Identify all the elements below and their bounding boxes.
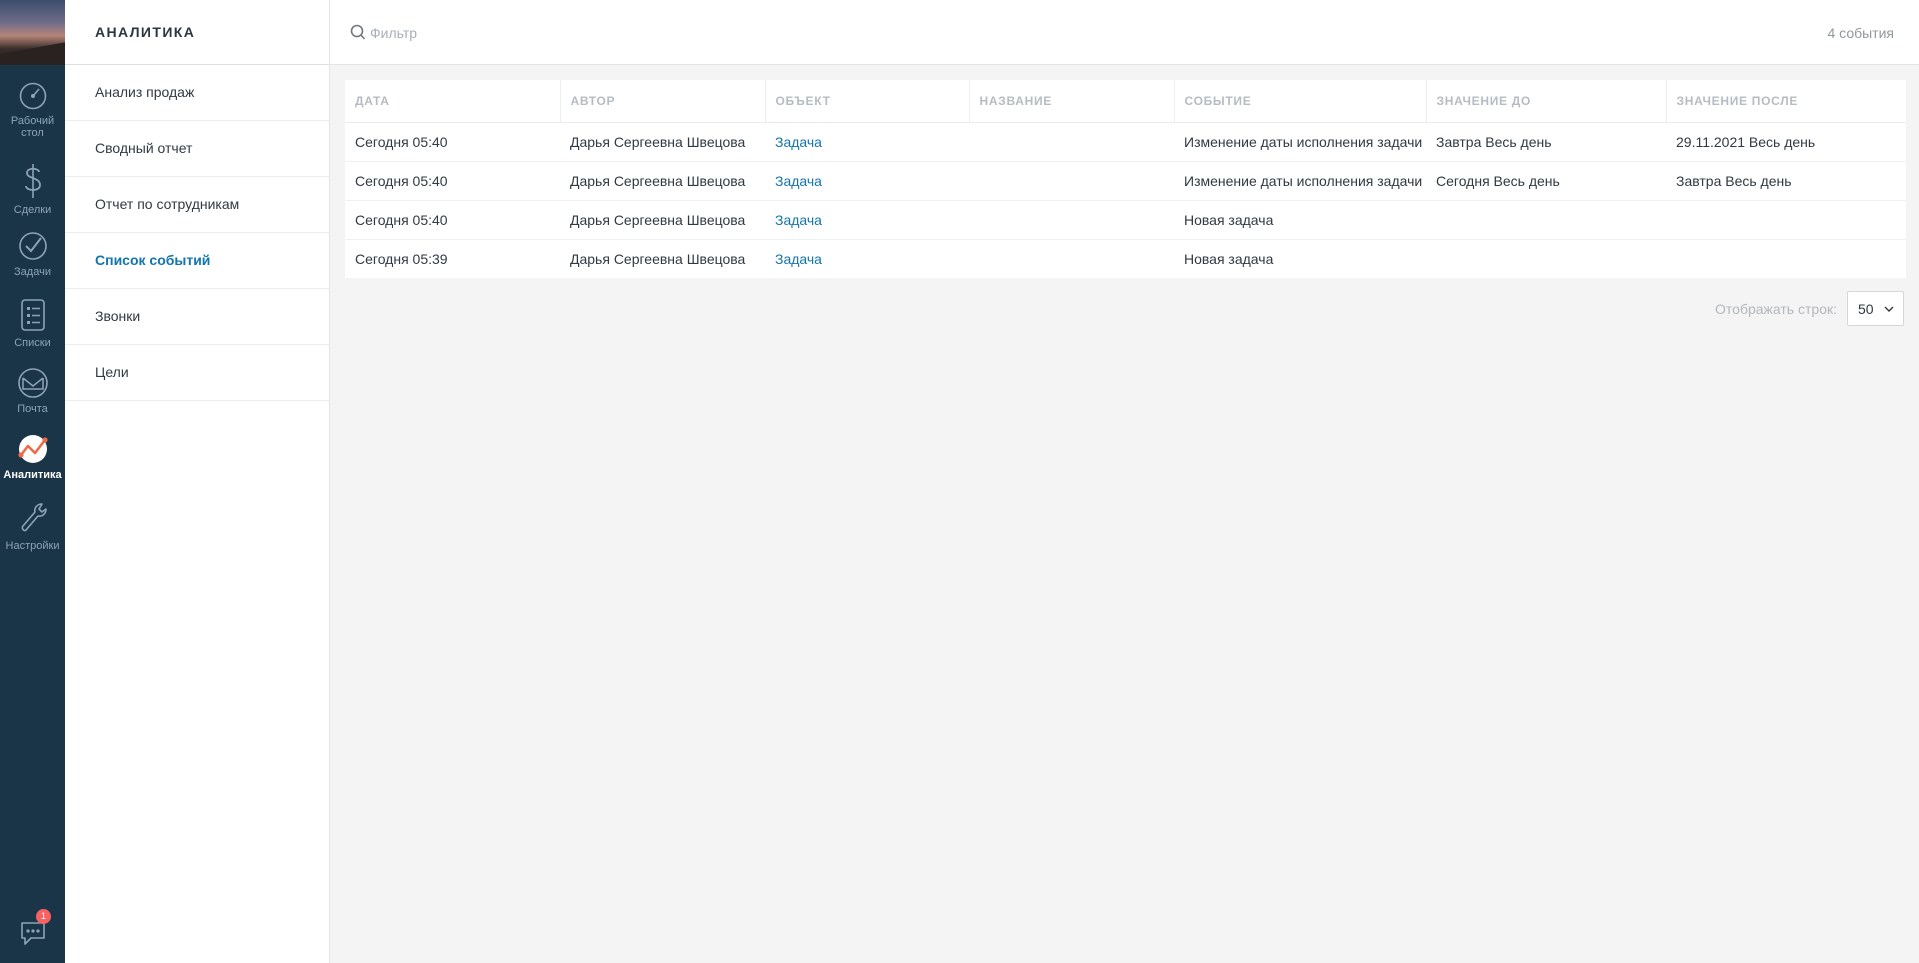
cell-name: [969, 122, 1174, 162]
nav-item-analytics[interactable]: Аналитика: [0, 433, 65, 481]
cell-value-after: [1666, 239, 1906, 278]
cell-object: Задача: [765, 239, 969, 278]
wrench-icon: [21, 503, 47, 532]
cell-author: Дарья Сергеевна Швецова: [560, 161, 765, 201]
nav-label: Почта: [17, 403, 48, 415]
column-header-object[interactable]: ОБЪЕКТ: [765, 80, 970, 123]
cell-author: Дарья Сергеевна Швецова: [560, 122, 765, 162]
table-row: Сегодня 05:40 Дарья Сергеевна Швецова За…: [345, 161, 1906, 201]
table-row: Сегодня 05:40 Дарья Сергеевна Швецова За…: [345, 200, 1906, 240]
filter-input[interactable]: [370, 21, 970, 45]
nav-item-dashboard[interactable]: Рабочий стол: [0, 81, 65, 139]
cell-date: Сегодня 05:40: [345, 122, 560, 162]
cell-object: Задача: [765, 122, 969, 162]
cell-value-after: 29.11.2021 Весь день: [1666, 122, 1906, 162]
cell-value-before: Завтра Весь день: [1426, 122, 1666, 162]
rows-per-page-label: Отображать строк:: [1715, 300, 1837, 317]
cell-name: [969, 161, 1174, 201]
nav-label: Рабочий стол: [10, 115, 55, 139]
analytics-sidebar: АНАЛИТИКА Анализ продаж Сводный отчет От…: [65, 0, 330, 963]
sidebar-item-summary-report[interactable]: Сводный отчет: [65, 121, 329, 177]
object-link[interactable]: Задача: [775, 212, 822, 228]
cell-name: [969, 239, 1174, 278]
cell-event: Изменение даты исполнения задачи: [1174, 161, 1426, 201]
cell-event: Изменение даты исполнения задачи: [1174, 122, 1426, 162]
object-link[interactable]: Задача: [775, 251, 822, 267]
nav-item-lists[interactable]: Списки: [0, 297, 65, 349]
list-icon: [20, 299, 45, 331]
rows-per-page: Отображать строк: 50: [1715, 291, 1904, 326]
cell-object: Задача: [765, 161, 969, 201]
dollar-icon: [24, 164, 41, 198]
cell-author: Дарья Сергеевна Швецова: [570, 250, 746, 267]
cell-date: Сегодня 05:39: [355, 250, 448, 267]
table-header-row: ДАТА АВТОР ОБЪЕКТ НАЗВАНИЕ СОБЫТИЕ ЗНАЧЕ…: [345, 80, 1906, 123]
column-header-value-before[interactable]: ЗНАЧЕНИЕ ДО: [1426, 80, 1667, 123]
main-nav: Рабочий стол Сделки Задачи Списки Почта: [0, 0, 65, 963]
nav-label: Сделки: [13, 204, 52, 216]
cell-event: Новая задача: [1174, 200, 1426, 240]
cell-event: Новая задача: [1184, 250, 1274, 267]
cell-author: Дарья Сергеевна Швецова: [560, 200, 765, 240]
nav-item-tasks[interactable]: Задачи: [0, 230, 65, 278]
nav-item-mail[interactable]: Почта: [0, 367, 65, 415]
column-header-value-after[interactable]: ЗНАЧЕНИЕ ПОСЛЕ: [1666, 80, 1906, 123]
sidebar-item-goals[interactable]: Цели: [65, 345, 329, 401]
column-header-name[interactable]: НАЗВАНИЕ: [969, 80, 1175, 123]
nav-label: Задачи: [14, 266, 51, 278]
events-table: ДАТА АВТОР ОБЪЕКТ НАЗВАНИЕ СОБЫТИЕ ЗНАЧЕ…: [345, 80, 1906, 278]
chevron-down-icon: [1884, 306, 1894, 312]
nav-label: Аналитика: [3, 469, 62, 481]
table-row: Сегодня 05:40 Дарья Сергеевна Швецова За…: [345, 122, 1906, 162]
cell-object: Задача: [765, 200, 969, 240]
search-icon: [350, 24, 366, 40]
cell-value-after: Завтра Весь день: [1666, 161, 1906, 201]
cell-value-before: [1426, 239, 1666, 278]
cell-value-before: Сегодня Весь день: [1426, 161, 1666, 201]
sidebar-item-sales-analysis[interactable]: Анализ продаж: [65, 65, 329, 121]
cell-value-after: [1666, 200, 1906, 240]
filter-bar: 4 события: [330, 0, 1919, 65]
nav-label: Настройки: [5, 540, 60, 552]
cell-value-before: [1426, 200, 1666, 240]
user-avatar[interactable]: [0, 0, 65, 65]
cell-date: Сегодня 05:40: [345, 200, 560, 240]
dashboard-icon: [19, 82, 46, 110]
table-row: Сегодня 05:39 Дарья Сергеевна Швецова За…: [345, 239, 1906, 278]
sidebar-title: АНАЛИТИКА: [65, 0, 329, 65]
check-icon: [18, 232, 47, 260]
nav-label: Списки: [14, 337, 51, 349]
object-link[interactable]: Задача: [775, 134, 822, 150]
mail-icon: [17, 368, 48, 398]
events-count: 4 события: [1827, 25, 1894, 41]
object-link[interactable]: Задача: [775, 173, 822, 189]
analytics-icon: [17, 435, 48, 463]
column-header-date[interactable]: ДАТА: [345, 80, 561, 123]
cell-name: [969, 200, 1174, 240]
sidebar-item-calls[interactable]: Звонки: [65, 289, 329, 345]
column-header-event[interactable]: СОБЫТИЕ: [1174, 80, 1427, 123]
chat-badge: 1: [36, 909, 51, 924]
cell-date: Сегодня 05:40: [345, 161, 560, 201]
column-header-author[interactable]: АВТОР: [560, 80, 766, 123]
sidebar-item-events-list[interactable]: Список событий: [65, 233, 329, 289]
nav-item-deals[interactable]: Сделки: [0, 162, 65, 216]
rows-per-page-value: 50: [1858, 301, 1874, 317]
sidebar-item-employee-report[interactable]: Отчет по сотрудникам: [65, 177, 329, 233]
rows-per-page-select[interactable]: 50: [1847, 291, 1904, 326]
nav-item-settings[interactable]: Настройки: [0, 500, 65, 552]
